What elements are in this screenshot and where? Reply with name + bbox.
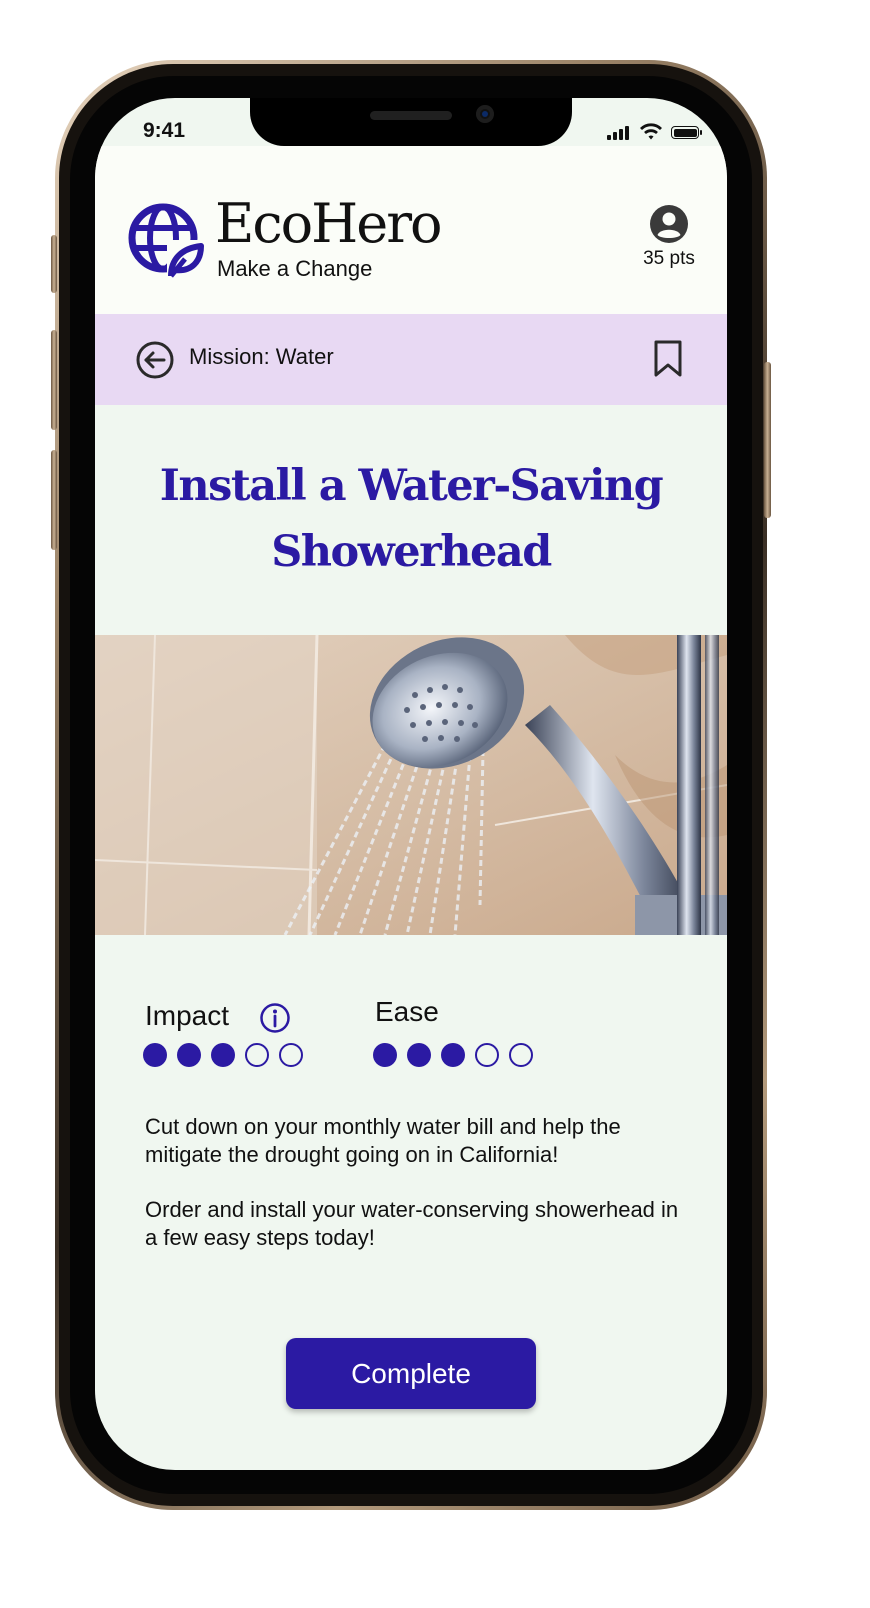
rating-dot-empty (279, 1043, 303, 1067)
user-circle-icon[interactable] (649, 204, 689, 244)
rating-dot-filled (177, 1043, 201, 1067)
rating-dot-filled (441, 1043, 465, 1067)
impact-rating (143, 1043, 303, 1067)
front-camera (476, 105, 494, 123)
device-notch (250, 98, 572, 146)
rating-dot-filled (407, 1043, 431, 1067)
impact-label: Impact (145, 1000, 230, 1031)
volume-down-button (51, 450, 57, 550)
status-time: 9:41 (143, 119, 186, 142)
signal-icon (607, 124, 633, 140)
rating-dot-filled (143, 1043, 167, 1067)
mute-switch (51, 235, 57, 293)
mission-bar: Mission: Water (95, 314, 727, 405)
arrow-left-circle-icon[interactable] (135, 340, 175, 380)
rating-dot-empty (245, 1043, 269, 1067)
power-button (764, 362, 771, 518)
status-icons (607, 123, 707, 142)
ease-label: Ease (375, 996, 439, 1027)
bookmark-icon[interactable] (653, 340, 683, 378)
info-icon[interactable] (259, 1002, 291, 1034)
app-screen: EcoHero Make a Change 35 pts 9:41 Missio… (95, 98, 727, 1470)
volume-up-button (51, 330, 57, 430)
mission-label: Mission: Water (189, 344, 334, 369)
globe-leaf-icon (128, 203, 204, 278)
brand-tagline: Make a Change (217, 256, 373, 281)
description-paragraph: Cut down on your monthly water bill and … (145, 1114, 621, 1167)
rating-dot-filled (211, 1043, 235, 1067)
complete-button[interactable]: Complete (286, 1338, 536, 1409)
rating-dot-empty (475, 1043, 499, 1067)
points-counter: 35 pts (643, 248, 695, 269)
page-title: Install a Water-Saving Showerhead (159, 461, 664, 577)
rating-dot-filled (373, 1043, 397, 1067)
showerhead-photo (95, 635, 727, 935)
ease-rating (373, 1043, 533, 1067)
earpiece-speaker (370, 111, 452, 120)
app-header: EcoHero Make a Change 35 pts (95, 146, 727, 314)
description-paragraph: Order and install your water-conserving … (145, 1197, 679, 1250)
rating-dot-empty (509, 1043, 533, 1067)
battery-icon (671, 126, 702, 139)
brand-name: EcoHero (215, 192, 443, 255)
wifi-icon (640, 123, 662, 140)
